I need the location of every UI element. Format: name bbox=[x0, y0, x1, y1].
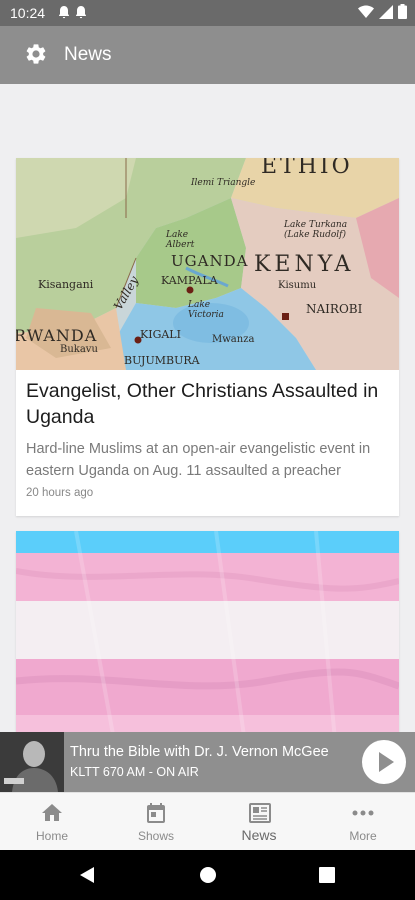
nav-news[interactable]: News bbox=[207, 793, 311, 851]
nav-shows[interactable]: Shows bbox=[104, 793, 208, 851]
bottom-navigation: Home Shows News More bbox=[0, 792, 415, 850]
wifi-icon bbox=[358, 5, 374, 18]
flag-image bbox=[16, 531, 399, 732]
calendar-icon bbox=[147, 803, 165, 823]
nav-more[interactable]: More bbox=[311, 793, 415, 851]
page-title: News bbox=[64, 44, 112, 65]
nav-home[interactable]: Home bbox=[0, 793, 104, 851]
system-navigation-bar bbox=[0, 850, 415, 900]
status-bar: 10:24 bbox=[0, 0, 415, 26]
show-thumbnail bbox=[0, 732, 64, 792]
play-icon bbox=[379, 752, 394, 772]
news-feed[interactable]: ETHIO Ilemi Triangle Lake Albert Lake Tu… bbox=[0, 84, 415, 732]
recents-icon[interactable] bbox=[319, 867, 335, 883]
back-icon[interactable] bbox=[78, 866, 96, 884]
bell-icon bbox=[59, 6, 86, 19]
nav-label: Home bbox=[35, 829, 68, 843]
play-button[interactable] bbox=[362, 740, 406, 784]
now-playing-title: Thru the Bible with Dr. J. Vernon McGee bbox=[70, 744, 329, 760]
nav-label: News bbox=[241, 827, 277, 843]
nav-label: More bbox=[349, 829, 377, 843]
article-image[interactable]: ETHIO Ilemi Triangle Lake Albert Lake Tu… bbox=[16, 158, 399, 370]
battery-icon bbox=[398, 4, 407, 19]
article-title[interactable]: Evangelist, Other Christians Assaulted i… bbox=[26, 378, 391, 430]
status-time: 10:24 bbox=[10, 5, 46, 21]
host-photo bbox=[0, 732, 64, 792]
system-status-icons bbox=[358, 4, 407, 19]
app-bar: News bbox=[0, 26, 415, 84]
article-summary: Hard-line Muslims at an open-air evangel… bbox=[26, 441, 371, 479]
home-icon bbox=[42, 804, 62, 821]
article-card[interactable]: ETHIO Ilemi Triangle Lake Albert Lake Tu… bbox=[16, 158, 399, 516]
article-image[interactable] bbox=[16, 531, 399, 732]
newspaper-icon bbox=[249, 803, 271, 823]
nav-label: Shows bbox=[137, 829, 175, 843]
article-timestamp: 20 hours ago bbox=[26, 487, 94, 499]
notification-icons bbox=[58, 5, 88, 22]
gear-icon[interactable] bbox=[24, 42, 48, 66]
signal-icon bbox=[379, 4, 393, 19]
more-icon bbox=[352, 810, 374, 816]
article-card[interactable] bbox=[16, 531, 399, 732]
now-playing-bar[interactable]: Thru the Bible with Dr. J. Vernon McGee … bbox=[0, 732, 415, 792]
home-circle-icon[interactable] bbox=[199, 866, 217, 884]
map-markers bbox=[134, 286, 289, 344]
now-playing-station: KLTT 670 AM - ON AIR bbox=[70, 765, 199, 779]
